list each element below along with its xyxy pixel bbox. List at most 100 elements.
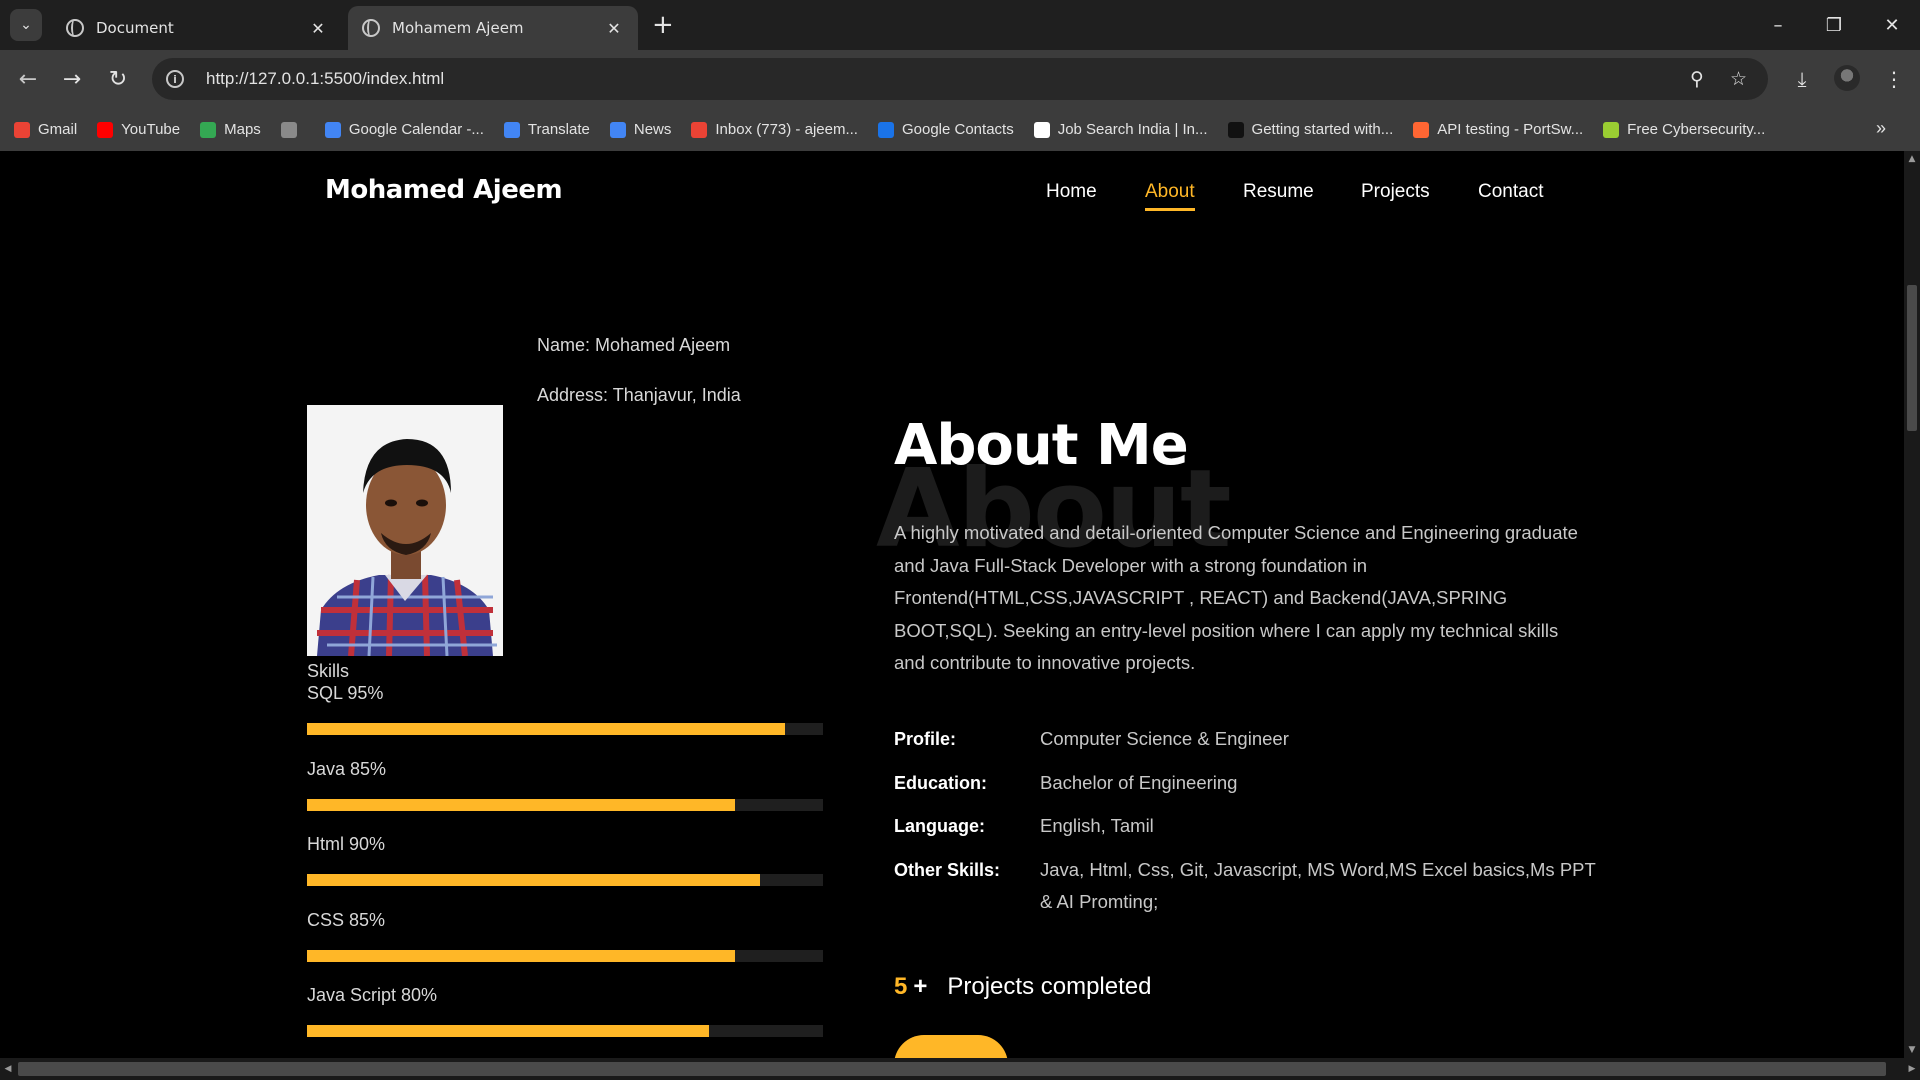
skill-label: Java 85% (307, 758, 387, 779)
bookmark-label: Maps (224, 121, 261, 138)
bookmark-favicon-icon (14, 121, 30, 138)
bookmark-item[interactable]: Google Calendar -... (324, 121, 484, 138)
bookmark-favicon-icon (1603, 121, 1620, 138)
projects-count: 5 (894, 973, 908, 1000)
education-label: Education: (894, 773, 987, 793)
page-viewport: Mohamed Ajeem Home About Resume Projects… (0, 151, 1904, 1058)
page-title: About Me (894, 413, 1189, 478)
site-info-icon[interactable]: i (166, 70, 184, 88)
close-icon[interactable]: ✕ (604, 19, 624, 38)
restore-icon: ❐ (1825, 14, 1843, 36)
skill-progress-fill (307, 723, 785, 735)
nav-projects[interactable]: Projects (1361, 181, 1430, 203)
education-value: Bachelor of Engineering (1040, 772, 1238, 793)
skill-progress-bar (307, 798, 823, 811)
arrow-left-icon: ← (18, 66, 38, 92)
skill-progress-bar (307, 1025, 823, 1037)
nav-about[interactable]: About (1145, 181, 1195, 211)
cta-button[interactable] (894, 1035, 1008, 1058)
skill-progress-fill (307, 874, 760, 886)
bookmarks-overflow-icon[interactable]: » (1876, 118, 1886, 139)
bookmark-favicon-icon (1227, 121, 1244, 138)
tab-mohamem-ajeem[interactable]: Mohamem Ajeem ✕ (348, 6, 638, 50)
nav-contact[interactable]: Contact (1478, 181, 1543, 203)
other-skills-value: Java, Html, Css, Git, Javascript, MS Wor… (1040, 859, 1596, 912)
bookmark-favicon-icon (200, 121, 217, 138)
bookmark-item[interactable]: Inbox (773) - ajeem... (691, 121, 858, 138)
bookmark-label: News (633, 121, 672, 138)
bookmark-item[interactable]: Job Search India | In... (1033, 121, 1208, 138)
downloads-button[interactable]: ⤓ (1786, 63, 1818, 95)
zoom-icon[interactable]: ⚲ (1690, 68, 1704, 90)
tab-document[interactable]: Document ✕ (52, 6, 342, 50)
tab-label: Mohamem Ajeem (392, 19, 524, 37)
bookmark-item[interactable] (280, 121, 305, 138)
scroll-thumb[interactable] (1907, 285, 1917, 431)
bookmark-item[interactable]: News (609, 121, 672, 138)
back-button[interactable]: ← (12, 63, 44, 95)
tab-search-button[interactable]: ⌄ (10, 9, 42, 41)
reload-button[interactable]: ↻ (102, 63, 134, 95)
language-label: Language: (894, 816, 986, 836)
address-bar[interactable]: i http://127.0.0.1:5500/index.html ⚲ ☆ (152, 58, 1768, 100)
scroll-down-icon[interactable]: ▼ (1904, 1042, 1920, 1058)
skill-progress-fill (307, 949, 735, 962)
url-text[interactable]: http://127.0.0.1:5500/index.html (206, 69, 444, 89)
skill-progress-fill (307, 1025, 709, 1037)
close-icon[interactable]: ✕ (308, 19, 328, 38)
menu-button[interactable]: ⋮ (1878, 63, 1910, 95)
bookmark-label: Google Contacts (901, 121, 1014, 138)
bookmarks-bar: Gmail YouTube Maps Google Calendar -... Tran… (0, 108, 1920, 151)
nav-resume[interactable]: Resume (1243, 181, 1314, 203)
bookmark-item[interactable]: Gmail (14, 121, 77, 138)
bookmark-item[interactable]: Getting started with... (1227, 121, 1394, 138)
bookmark-star-icon[interactable]: ☆ (1730, 68, 1747, 90)
browser-chrome: ⌄ Document ✕ Mohamem Ajeem ✕ + – ❐ ✕ ← →… (0, 0, 1920, 151)
bookmark-favicon-icon (97, 121, 114, 138)
skill-label: SQL 95% (307, 683, 384, 703)
bookmark-item[interactable]: Maps (200, 121, 261, 138)
projects-label: Projects completed (947, 973, 1152, 1000)
new-tab-button[interactable]: + (652, 10, 674, 40)
minimize-button[interactable]: – (1750, 0, 1806, 50)
minimize-icon: – (1773, 14, 1783, 36)
bookmark-item[interactable]: YouTube (97, 121, 180, 138)
name-line: Name: Mohamed Ajeem (537, 335, 731, 355)
bookmark-item[interactable]: API testing - PortSw... (1413, 121, 1583, 138)
reload-icon: ↻ (108, 66, 128, 92)
bookmark-item[interactable]: Google Contacts (877, 121, 1014, 138)
bookmark-label: Translate (527, 121, 590, 138)
plus-icon: + (652, 10, 674, 40)
scroll-left-icon[interactable]: ◀ (0, 1061, 16, 1077)
skill-label: Html 90% (307, 834, 386, 854)
site-brand[interactable]: Mohamed Ajeem (325, 175, 563, 205)
forward-button[interactable]: → (56, 63, 88, 95)
profile-value: Computer Science & Engineer (1040, 728, 1289, 749)
restore-button[interactable]: ❐ (1806, 0, 1862, 50)
profile-label: Profile: (894, 729, 957, 749)
scroll-up-icon[interactable]: ▲ (1904, 151, 1920, 167)
arrow-right-icon: → (62, 66, 82, 92)
browser-toolbar: ← → ↻ i http://127.0.0.1:5500/index.html… (0, 50, 1920, 108)
nav-home[interactable]: Home (1046, 181, 1097, 203)
bookmark-label: Getting started with... (1251, 121, 1394, 138)
bookmark-favicon-icon (691, 121, 708, 138)
profile-avatar[interactable] (1834, 65, 1860, 91)
language-value: English, Tamil (1040, 815, 1154, 836)
bookmark-label: Inbox (773) - ajeem... (715, 121, 858, 138)
bookmark-label: Free Cybersecurity... (1627, 121, 1766, 138)
bookmark-favicon-icon (609, 121, 626, 138)
vertical-scrollbar[interactable]: ▲ ▼ (1904, 151, 1920, 1058)
scroll-thumb[interactable] (18, 1062, 1886, 1076)
bookmark-item[interactable]: Free Cybersecurity... (1603, 121, 1765, 138)
projects-plus: + (913, 973, 928, 1000)
scroll-right-icon[interactable]: ▶ (1904, 1061, 1920, 1077)
bookmark-item[interactable]: Translate (503, 121, 590, 138)
horizontal-scrollbar[interactable]: ◀ ▶ (0, 1058, 1920, 1080)
bookmark-favicon-icon (503, 121, 520, 138)
close-window-button[interactable]: ✕ (1864, 0, 1920, 50)
skill-progress-bar (307, 723, 823, 735)
chevron-down-icon: ⌄ (20, 17, 32, 33)
bookmark-label: Job Search India | In... (1057, 121, 1208, 138)
skill-label: CSS 85% (307, 909, 386, 930)
